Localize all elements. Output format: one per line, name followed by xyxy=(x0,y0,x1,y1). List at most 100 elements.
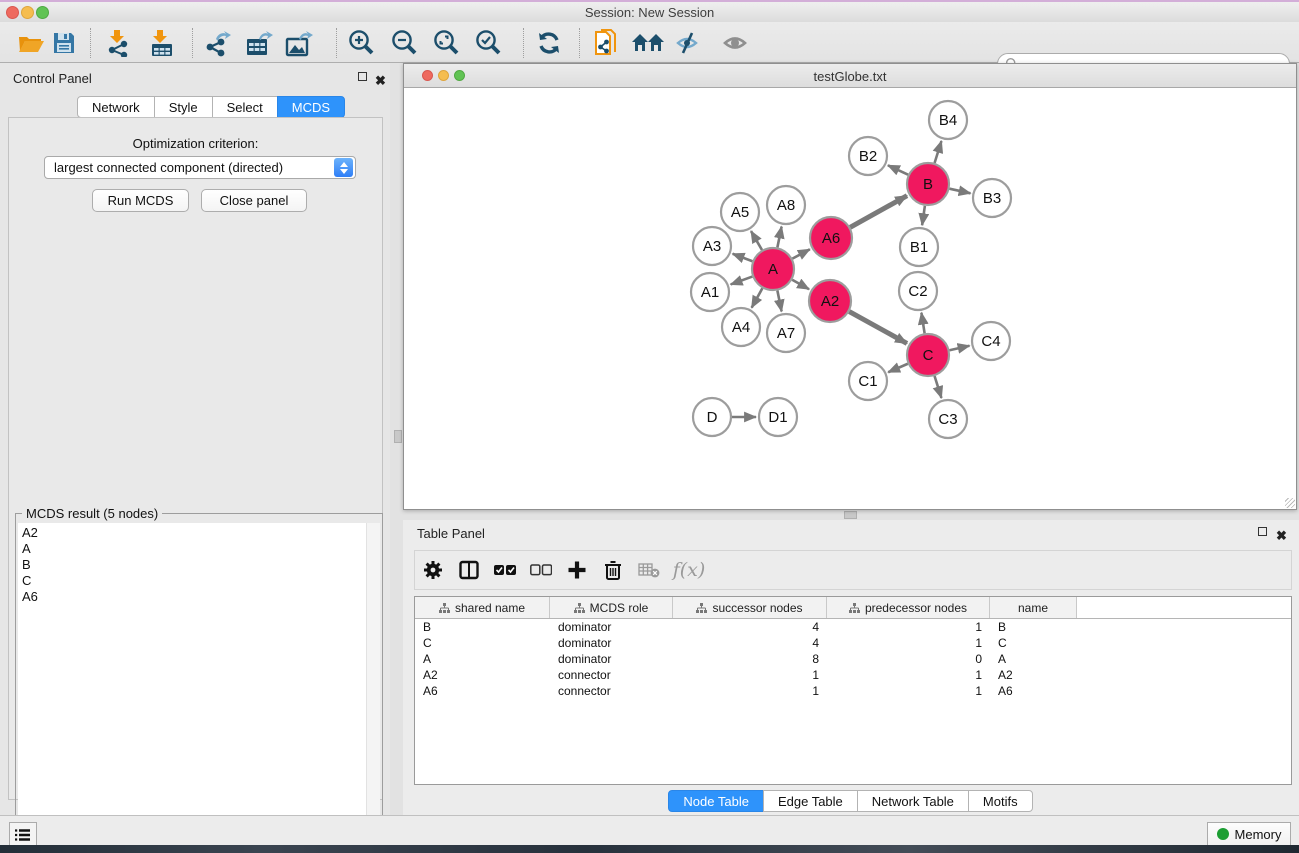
node-A6[interactable]: A6 xyxy=(810,217,852,259)
tab-network-table[interactable]: Network Table xyxy=(857,790,969,812)
edge-A-A1[interactable] xyxy=(731,277,753,285)
edge-C-C4[interactable] xyxy=(949,346,969,350)
edge-A-A6[interactable] xyxy=(792,249,809,258)
table-row[interactable]: Cdominator41C xyxy=(415,635,1291,651)
table-cell[interactable]: 1 xyxy=(827,635,990,651)
tab-motifs[interactable]: Motifs xyxy=(968,790,1033,812)
column-header-predecessor-nodes[interactable]: predecessor nodes xyxy=(827,597,990,618)
table-cell[interactable]: dominator xyxy=(550,635,673,651)
optimization-select[interactable]: largest connected component (directed) xyxy=(44,156,356,179)
duplicate-network-button[interactable] xyxy=(589,28,623,58)
tab-style[interactable]: Style xyxy=(154,96,213,118)
table-row[interactable]: Bdominator41B xyxy=(415,619,1291,635)
node-A2[interactable]: A2 xyxy=(809,280,851,322)
show-columns-button[interactable] xyxy=(451,555,487,585)
result-list-item[interactable]: C xyxy=(22,573,366,589)
table-cell[interactable]: 1 xyxy=(673,683,827,699)
table-cell[interactable]: 0 xyxy=(827,651,990,667)
node-B2[interactable]: B2 xyxy=(849,137,887,175)
table-cell[interactable]: 8 xyxy=(673,651,827,667)
table-cell[interactable]: C xyxy=(990,635,1077,651)
vertical-splitter-handle[interactable] xyxy=(394,430,402,443)
node-A1[interactable]: A1 xyxy=(691,273,729,311)
edge-C-C2[interactable] xyxy=(921,313,924,334)
tab-network[interactable]: Network xyxy=(77,96,155,118)
node-B3[interactable]: B3 xyxy=(973,179,1011,217)
edge-C-C3[interactable] xyxy=(935,376,942,398)
node-A8[interactable]: A8 xyxy=(767,186,805,224)
node-C3[interactable]: C3 xyxy=(929,400,967,438)
table-cell[interactable]: B xyxy=(990,619,1077,635)
edge-A-A4[interactable] xyxy=(752,288,763,307)
edge-A-A8[interactable] xyxy=(777,227,781,248)
tab-node-table[interactable]: Node Table xyxy=(668,790,764,812)
column-header-name[interactable]: name xyxy=(990,597,1077,618)
column-header-successor-nodes[interactable]: successor nodes xyxy=(673,597,827,618)
select-all-columns-button[interactable] xyxy=(487,555,523,585)
node-C4[interactable]: C4 xyxy=(972,322,1010,360)
import-network-button[interactable] xyxy=(102,28,136,58)
table-cell[interactable]: dominator xyxy=(550,619,673,635)
table-cell[interactable]: 1 xyxy=(827,619,990,635)
float-panel-icon[interactable] xyxy=(358,72,369,83)
result-list-item[interactable]: A6 xyxy=(22,589,366,605)
edge-C-C1[interactable] xyxy=(888,364,908,373)
result-list-item[interactable]: A xyxy=(22,541,366,557)
edge-A6-B[interactable] xyxy=(850,196,907,228)
tab-edge-table[interactable]: Edge Table xyxy=(763,790,858,812)
task-history-button[interactable] xyxy=(9,822,37,847)
export-network-button[interactable] xyxy=(201,28,235,58)
node-B1[interactable]: B1 xyxy=(900,228,938,266)
table-cell[interactable]: 1 xyxy=(827,683,990,699)
table-cell[interactable]: 4 xyxy=(673,619,827,635)
refresh-button[interactable] xyxy=(532,28,566,58)
table-cell[interactable]: 1 xyxy=(827,667,990,683)
export-image-button[interactable] xyxy=(282,28,316,58)
result-list-item[interactable]: A2 xyxy=(22,525,366,541)
table-cell[interactable]: A2 xyxy=(990,667,1077,683)
table-options-button[interactable] xyxy=(415,555,451,585)
column-header-shared-name[interactable]: shared name xyxy=(415,597,550,618)
table-cell[interactable]: 1 xyxy=(673,667,827,683)
import-table-button[interactable] xyxy=(145,28,179,58)
edge-A2-C[interactable] xyxy=(849,312,907,344)
close-table-panel-icon[interactable]: ✖ xyxy=(1276,527,1287,538)
edge-B-B1[interactable] xyxy=(922,206,925,225)
hide-selected-button[interactable] xyxy=(673,28,707,58)
node-C[interactable]: C xyxy=(907,334,949,376)
node-B[interactable]: B xyxy=(907,163,949,205)
node-D1[interactable]: D1 xyxy=(759,398,797,436)
mcds-result-list[interactable]: A2ABCA6 xyxy=(18,523,366,851)
export-table-button[interactable] xyxy=(242,28,276,58)
table-cell[interactable]: C xyxy=(415,635,550,651)
float-table-panel-icon[interactable] xyxy=(1258,527,1269,538)
node-A4[interactable]: A4 xyxy=(722,308,760,346)
edge-B-B3[interactable] xyxy=(949,189,970,194)
edge-B-B2[interactable] xyxy=(888,165,908,174)
deselect-all-columns-button[interactable] xyxy=(523,555,559,585)
table-cell[interactable]: connector xyxy=(550,683,673,699)
horizontal-splitter-handle[interactable] xyxy=(844,511,857,519)
node-C1[interactable]: C1 xyxy=(849,362,887,400)
edge-A-A2[interactable] xyxy=(792,280,809,289)
delete-column-button[interactable] xyxy=(595,555,631,585)
close-panel-button[interactable]: Close panel xyxy=(201,189,307,212)
open-session-button[interactable] xyxy=(13,28,47,58)
table-row[interactable]: A2connector11A2 xyxy=(415,667,1291,683)
node-A7[interactable]: A7 xyxy=(767,314,805,352)
zoom-out-button[interactable] xyxy=(387,28,421,58)
result-list-item[interactable]: B xyxy=(22,557,366,573)
edge-A-A3[interactable] xyxy=(733,254,753,261)
close-panel-icon[interactable]: ✖ xyxy=(375,72,386,83)
memory-button[interactable]: Memory xyxy=(1207,822,1291,846)
show-hidden-button[interactable] xyxy=(719,28,753,58)
node-A3[interactable]: A3 xyxy=(693,227,731,265)
result-scrollbar[interactable] xyxy=(366,523,380,851)
table-cell[interactable]: B xyxy=(415,619,550,635)
column-header-MCDS-role[interactable]: MCDS role xyxy=(550,597,673,618)
table-cell[interactable]: connector xyxy=(550,667,673,683)
node-C2[interactable]: C2 xyxy=(899,272,937,310)
tab-select[interactable]: Select xyxy=(212,96,278,118)
resize-grip[interactable] xyxy=(1285,498,1295,508)
node-A5[interactable]: A5 xyxy=(721,193,759,231)
